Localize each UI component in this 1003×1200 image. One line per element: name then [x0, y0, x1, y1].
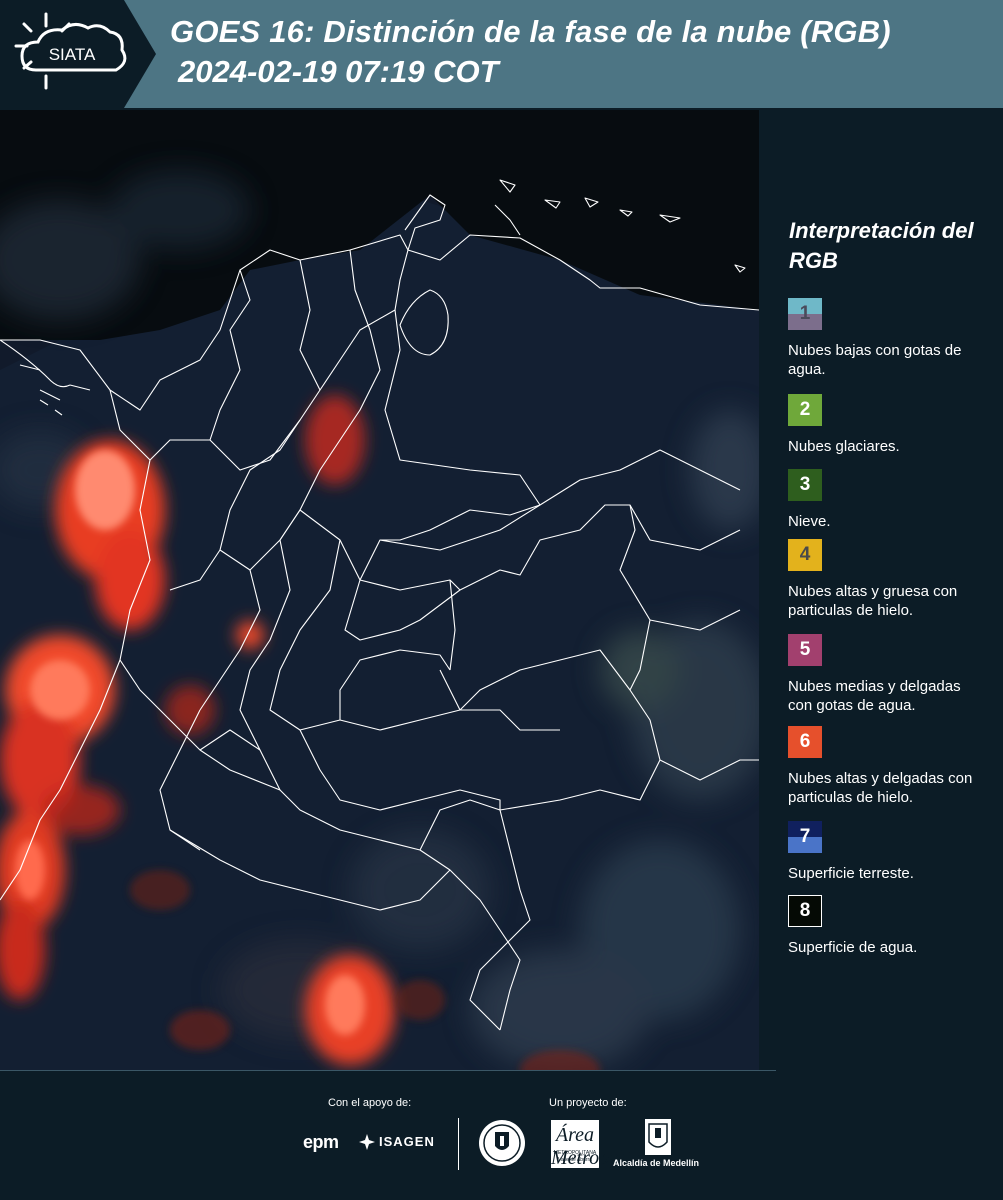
footer-divider: [0, 1070, 776, 1071]
legend-swatch-7: 7: [788, 821, 822, 853]
legend-item-5: 5 Nubes medias y delgadas con gotas de a…: [788, 634, 988, 715]
legend-swatch-3: 3: [788, 469, 822, 501]
alcaldia-label: Alcaldía de Medellín: [613, 1158, 700, 1168]
timestamp: 2024-02-19 07:19 COT: [178, 54, 499, 89]
legend-panel: Interpretación del RGB 1 Nubes bajas con…: [760, 110, 1003, 1070]
page-title: GOES 16: Distinción de la fase de la nub…: [170, 14, 891, 49]
support-label: Con el apoyo de:: [328, 1097, 412, 1109]
legend-swatch-2: 2: [788, 394, 822, 426]
siata-logo: SIATA: [0, 0, 160, 108]
legend-title: Interpretación del RGB: [789, 218, 974, 273]
satellite-map[interactable]: [0, 110, 759, 1070]
footer: Con el apoyo de: Un proyecto de: epm ISA…: [0, 1070, 1003, 1200]
legend-label-7: Superficie terreste.: [788, 865, 914, 882]
legend-label-5: Nubes medias y delgadas con gotas de agu…: [788, 678, 961, 714]
legend-item-7: 7 Superficie terreste.: [788, 821, 988, 883]
svg-text:SIATA: SIATA: [49, 45, 96, 64]
legend-label-3: Nieve.: [788, 513, 831, 530]
legend-item-3: 3 Nieve.: [788, 469, 988, 531]
isagen-logo: ISAGEN: [379, 1134, 435, 1149]
legend-label-8: Superficie de agua.: [788, 939, 918, 956]
legend-swatch-4: 4: [788, 539, 822, 571]
legend-item-1: 1 Nubes bajas con gotas de agua.: [788, 298, 988, 379]
legend-label-4: Nubes altas y gruesa con particulas de h…: [788, 583, 958, 619]
legend-label-6: Nubes altas y delgadas con particulas de…: [788, 770, 973, 806]
epm-logo: epm: [303, 1132, 339, 1152]
university-seal-icon: [479, 1120, 525, 1166]
legend-item-8: 8 Superficie de agua.: [788, 895, 988, 957]
legend-item-2: 2 Nubes glaciares.: [788, 394, 988, 456]
legend-swatch-1: 1: [788, 298, 822, 330]
footer-separator: [458, 1118, 459, 1170]
alcaldia-shield-icon: [645, 1119, 671, 1155]
legend-swatch-6: 6: [788, 726, 822, 758]
project-label: Un proyecto de:: [549, 1097, 627, 1109]
area-metropolitana-logo: Área Metropolitana METROPOLITANA Valle d…: [551, 1120, 666, 1169]
legend-item-4: 4 Nubes altas y gruesa con particulas de…: [788, 539, 988, 620]
legend-swatch-5: 5: [788, 634, 822, 666]
legend-label-1: Nubes bajas con gotas de agua.: [788, 342, 962, 378]
legend-item-6: 6 Nubes altas y delgadas con particulas …: [788, 726, 988, 807]
isagen-icon: [359, 1134, 375, 1150]
legend-swatch-8: 8: [788, 895, 822, 927]
legend-label-2: Nubes glaciares.: [788, 438, 900, 455]
header-bar: SIATA GOES 16: Distinción de la fase de …: [0, 0, 1003, 108]
